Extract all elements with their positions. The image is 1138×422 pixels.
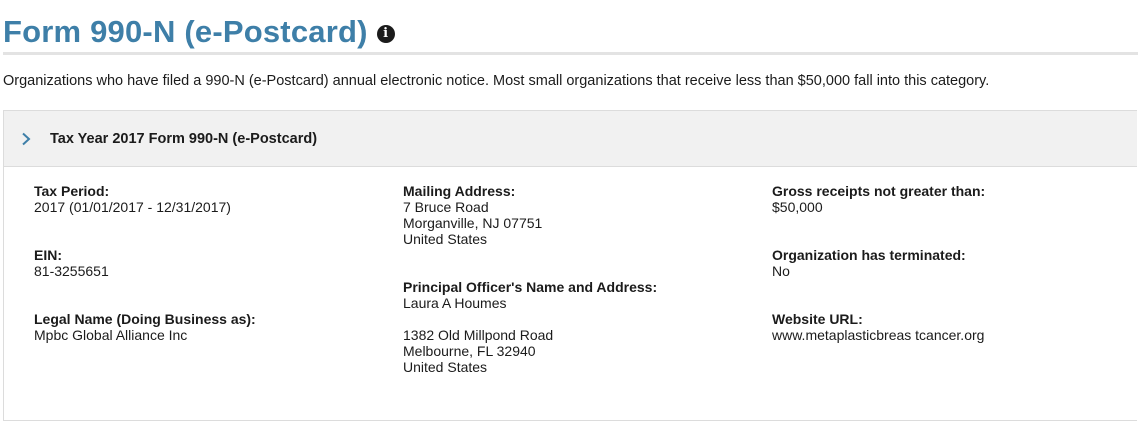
chevron-right-icon[interactable]	[21, 131, 31, 147]
page: Form 990-N (e-Postcard) i Organizations …	[0, 0, 1138, 422]
principal-officer-line2: Melbourne, FL 32940	[403, 343, 536, 359]
legal-name-value: Mpbc Global Alliance Inc	[34, 327, 188, 343]
principal-officer-name: Laura A Houmes	[403, 295, 507, 311]
legal-name-field: Legal Name (Doing Business as): Mpbc Glo…	[34, 311, 256, 343]
panel-header-toggle[interactable]: Tax Year 2017 Form 990-N (e-Postcard)	[4, 111, 1137, 167]
title-row: Form 990-N (e-Postcard) i	[3, 12, 395, 52]
column-middle: Mailing Address: 7 Bruce Road Morganvill…	[403, 183, 657, 375]
title-divider	[3, 52, 1138, 55]
legal-name-label: Legal Name (Doing Business as):	[34, 311, 256, 327]
gross-receipts-field: Gross receipts not greater than: $50,000	[772, 183, 985, 215]
column-left: Tax Period: 2017 (01/01/2017 - 12/31/201…	[34, 183, 256, 343]
website-field: Website URL: www.metaplasticbreas tcance…	[772, 311, 985, 343]
page-title: Form 990-N (e-Postcard)	[3, 14, 368, 49]
gross-receipts-value: $50,000	[772, 199, 823, 215]
page-description: Organizations who have filed a 990-N (e-…	[3, 73, 990, 89]
gross-receipts-label: Gross receipts not greater than:	[772, 183, 986, 199]
terminated-value: No	[772, 263, 790, 279]
terminated-label: Organization has terminated:	[772, 247, 966, 263]
tax-period-field: Tax Period: 2017 (01/01/2017 - 12/31/201…	[34, 183, 256, 215]
info-circle-icon[interactable]: i	[376, 25, 395, 43]
mailing-address-line2: Morganville, NJ 07751	[403, 215, 543, 231]
ein-label: EIN:	[34, 247, 62, 263]
mailing-address-line3: United States	[403, 231, 488, 247]
principal-officer-line3: United States	[403, 359, 488, 375]
ein-field: EIN: 81-3255651	[34, 247, 256, 279]
panel-title: Tax Year 2017 Form 990-N (e-Postcard)	[50, 130, 318, 147]
ein-value: 81-3255651	[34, 263, 109, 279]
mailing-address-line1: 7 Bruce Road	[403, 199, 489, 215]
column-right: Gross receipts not greater than: $50,000…	[772, 183, 985, 343]
filing-panel: Tax Year 2017 Form 990-N (e-Postcard) Ta…	[3, 110, 1137, 421]
principal-officer-label: Principal Officer's Name and Address:	[403, 279, 658, 295]
tax-period-value: 2017 (01/01/2017 - 12/31/2017)	[34, 199, 231, 215]
website-label: Website URL:	[772, 311, 863, 327]
tax-period-label: Tax Period:	[34, 183, 110, 199]
principal-officer-line1: 1382 Old Millpond Road	[403, 327, 554, 343]
website-value: www.metaplasticbreas tcancer.org	[772, 327, 985, 343]
principal-officer-field: Principal Officer's Name and Address: La…	[403, 279, 657, 375]
mailing-address-label: Mailing Address:	[403, 183, 516, 199]
terminated-field: Organization has terminated: No	[772, 247, 985, 279]
mailing-address-field: Mailing Address: 7 Bruce Road Morganvill…	[403, 183, 657, 247]
